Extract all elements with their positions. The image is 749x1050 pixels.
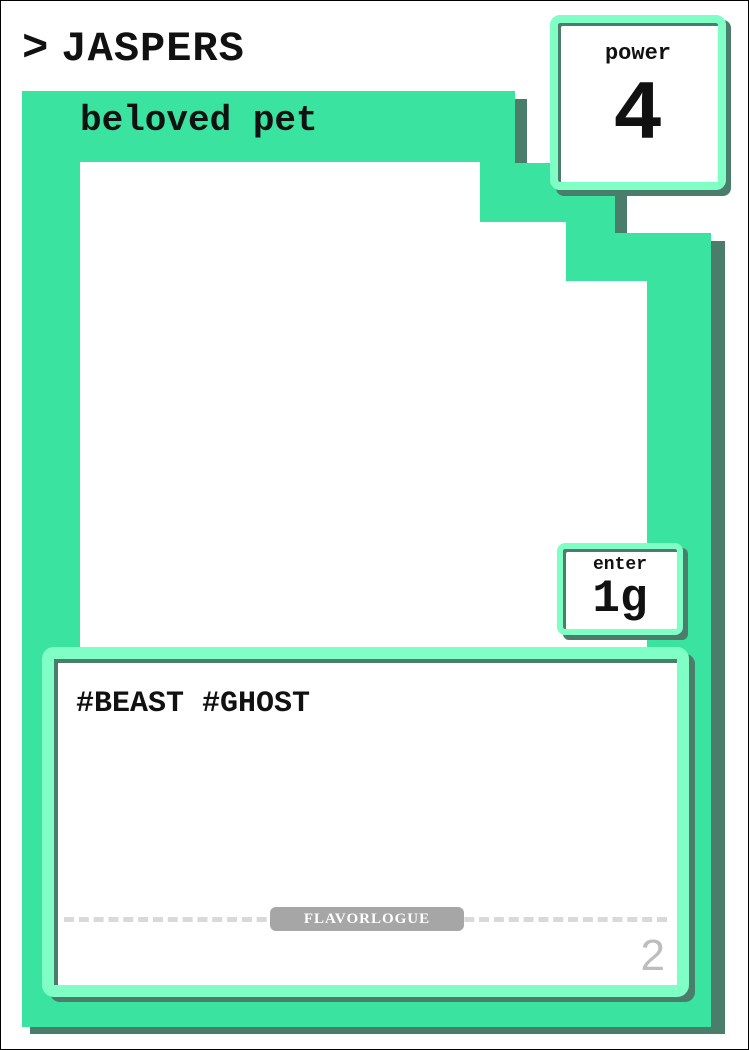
power-label: power xyxy=(604,41,671,66)
enter-value: 1g xyxy=(592,573,648,625)
card-subtitle: beloved pet xyxy=(80,100,318,141)
flavorlogue-label: FLAVORLOGUE xyxy=(270,907,464,931)
card-name: > JASPERS xyxy=(22,24,245,74)
power-box: power 4 xyxy=(550,15,726,190)
card-number: 2 xyxy=(640,931,665,980)
card-name-text: JASPERS xyxy=(61,25,245,73)
card-text-box: #BEAST #GHOST FLAVORLOGUE 2 xyxy=(42,647,689,997)
power-value: 4 xyxy=(612,69,664,164)
chevron-right-icon: > xyxy=(22,24,50,74)
enter-label: enter xyxy=(592,555,647,575)
card-tags: #BEAST #GHOST xyxy=(76,687,311,721)
enter-box: enter 1g xyxy=(557,543,683,635)
